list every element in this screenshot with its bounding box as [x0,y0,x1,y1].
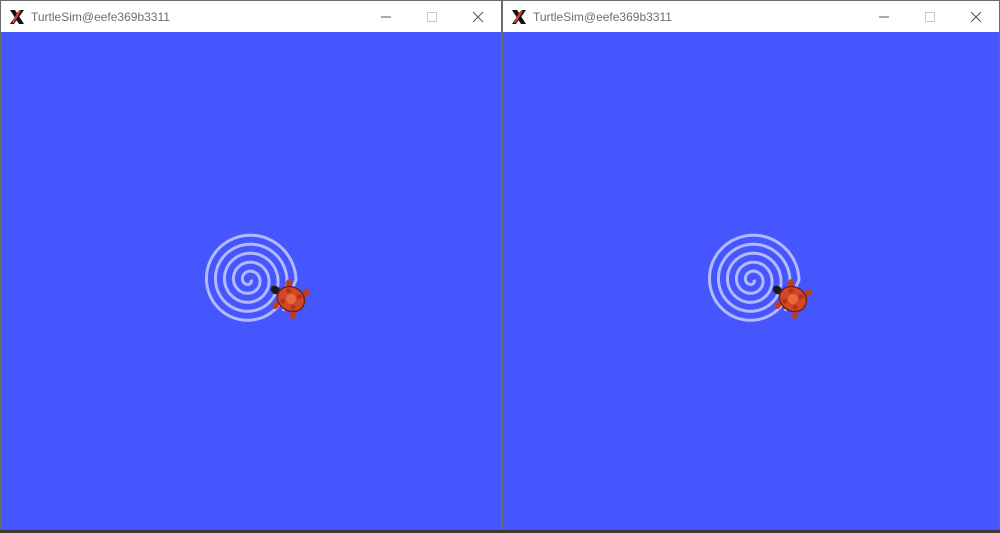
close-button[interactable] [455,1,501,32]
turtlesim-canvas [503,32,999,532]
turtle-scene [205,233,310,322]
close-icon [970,11,982,22]
maximize-icon [925,11,935,22]
window-title: TurtleSim@eefe369b3311 [533,9,672,24]
minimize-icon [879,16,889,17]
turtlesim-window-1[interactable]: TurtleSim@eefe369b3311 [0,0,502,533]
turtlesim-window-2[interactable]: TurtleSim@eefe369b3311 [502,0,1000,533]
minimize-button[interactable] [861,1,907,32]
maximize-button[interactable] [409,1,455,32]
title-bar[interactable]: TurtleSim@eefe369b3311 [1,1,501,32]
title-bar[interactable]: TurtleSim@eefe369b3311 [503,1,999,32]
maximize-button[interactable] [907,1,953,32]
turtle-scene [708,233,812,322]
close-icon [472,11,484,22]
maximize-icon [427,11,437,22]
window-title: TurtleSim@eefe369b3311 [31,9,170,24]
window-controls [363,1,501,32]
x11-icon [8,8,26,26]
minimize-button[interactable] [363,1,409,32]
close-button[interactable] [953,1,999,32]
desktop: TurtleSim@eefe369b3311 TurtleSim@eefe369… [0,0,1000,533]
window-controls [861,1,999,32]
turtlesim-canvas [1,32,501,532]
minimize-icon [381,16,391,17]
x11-icon [510,8,528,26]
